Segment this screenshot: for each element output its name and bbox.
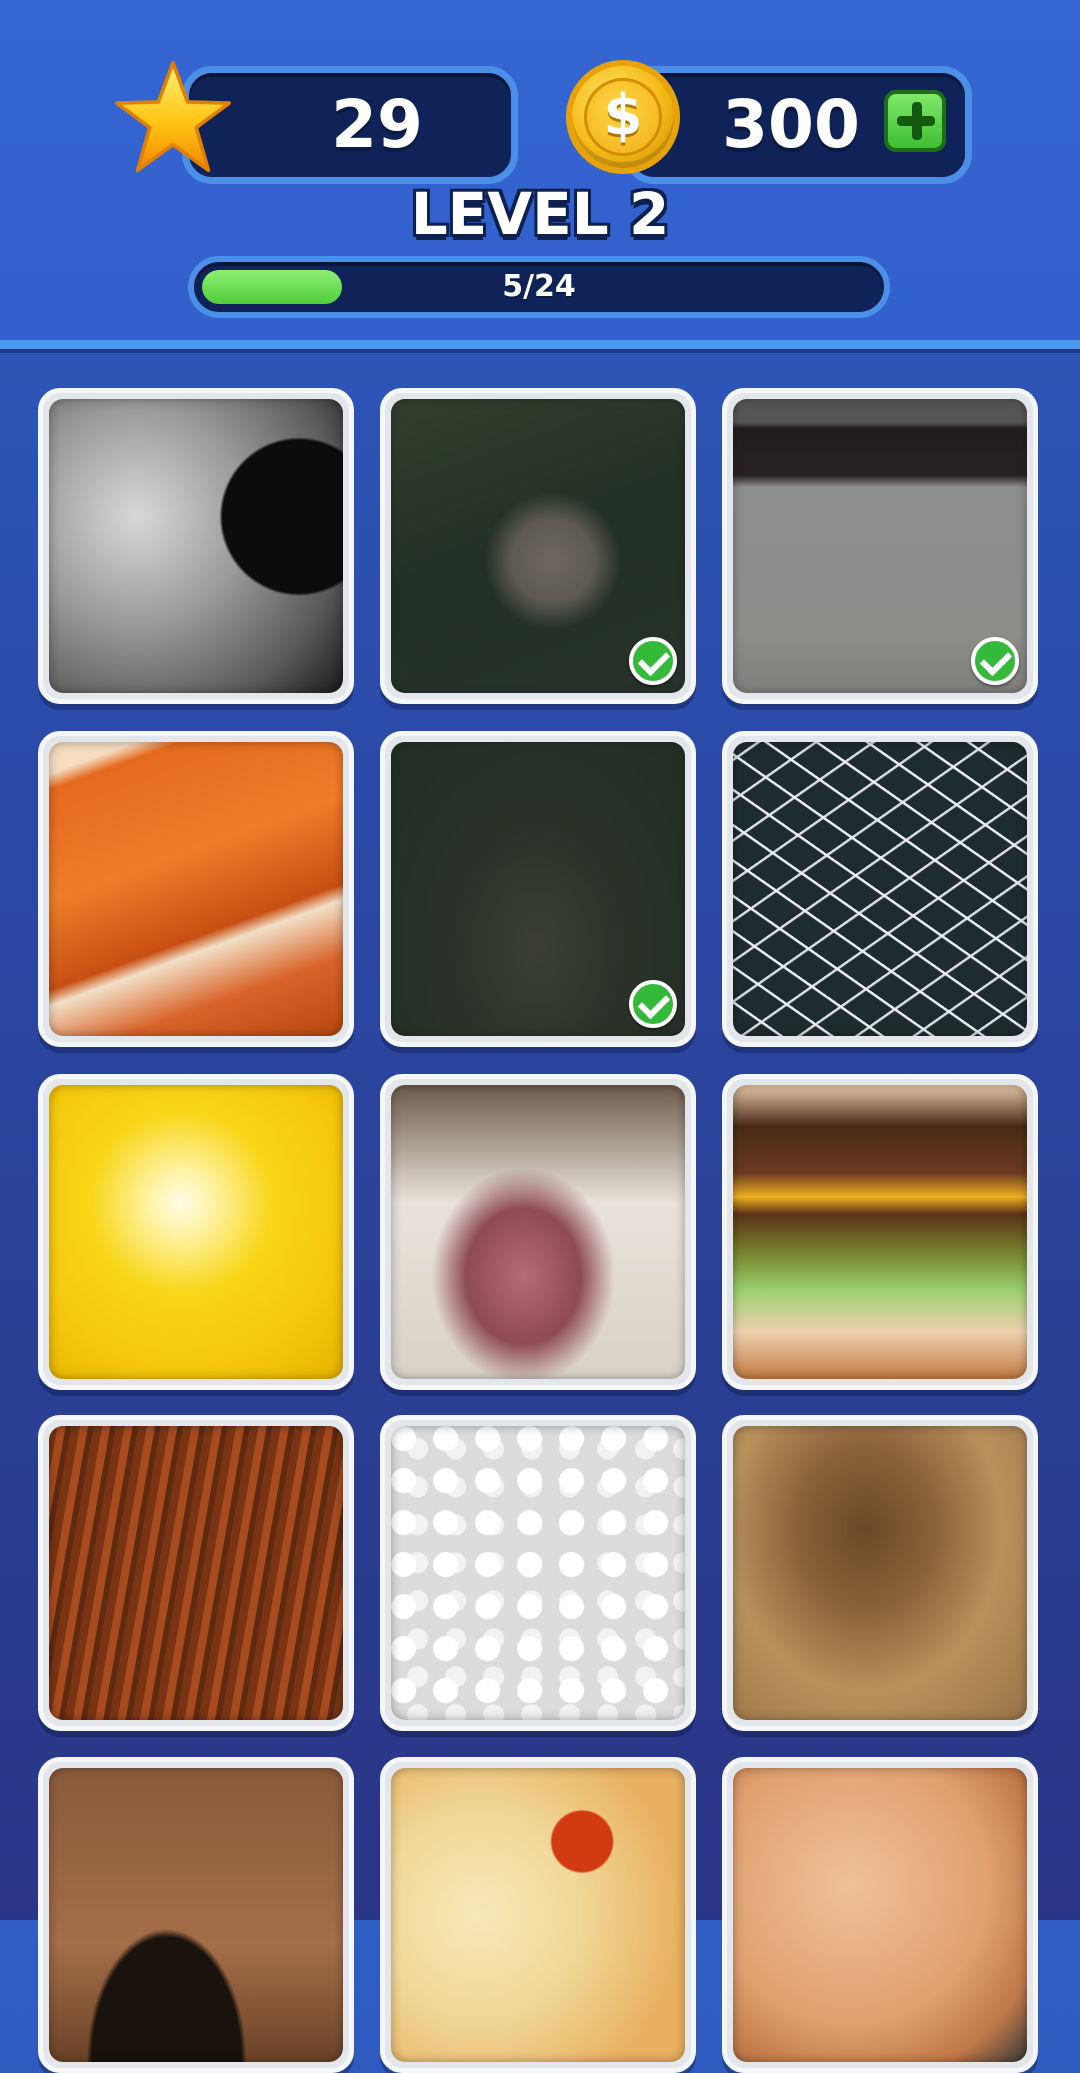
lemon-image: [49, 1085, 343, 1379]
picture-tile-moon[interactable]: [38, 388, 354, 704]
picture-tile-rice[interactable]: [380, 1415, 696, 1731]
guitar-image: [49, 1768, 343, 2062]
dog-mouth-image: [391, 1085, 685, 1379]
coin-symbol: $: [584, 78, 662, 156]
bicycle-wheel-image: [733, 742, 1027, 1036]
moon-image: [49, 399, 343, 693]
picture-tile-egg[interactable]: [722, 1757, 1038, 2073]
level-progress-bar: 5/24: [188, 256, 890, 318]
coin-icon: $: [566, 60, 680, 174]
picture-tile-guitar[interactable]: [38, 1757, 354, 2073]
burger-image: [733, 1085, 1027, 1379]
lion-fur-image: [733, 1426, 1027, 1720]
pizza-image: [391, 1768, 685, 2062]
picture-tile-burger[interactable]: [722, 1074, 1038, 1390]
hud-header: 29 300 $ LEVEL 2 5/24: [0, 0, 1080, 349]
picture-tile-bicycle-wheel[interactable]: [722, 731, 1038, 1047]
progress-text: 5/24: [502, 269, 576, 304]
picture-tile-lion-fur[interactable]: [722, 1415, 1038, 1731]
coins-count: 300: [722, 86, 860, 163]
checkmark-icon: [629, 980, 677, 1028]
picture-tile-carrot[interactable]: [38, 731, 354, 1047]
level-title: LEVEL 2: [410, 180, 670, 248]
star-icon: [115, 61, 231, 173]
checkmark-icon: [629, 637, 677, 685]
picture-tile-rabbit[interactable]: [380, 388, 696, 704]
picture-tile-horse-hair[interactable]: [38, 1415, 354, 1731]
horse-hair-image: [49, 1426, 343, 1720]
rice-image: [391, 1426, 685, 1720]
picture-tile-lemon[interactable]: [38, 1074, 354, 1390]
picture-tile-pizza[interactable]: [380, 1757, 696, 2073]
egg-image: [733, 1768, 1027, 2062]
picture-tile-cake[interactable]: [722, 388, 1038, 704]
carrot-image: [49, 742, 343, 1036]
picture-tile-dog-mouth[interactable]: [380, 1074, 696, 1390]
picture-tile-tree[interactable]: [380, 731, 696, 1047]
checkmark-icon: [971, 637, 1019, 685]
add-coins-button[interactable]: [884, 90, 946, 152]
stars-count: 29: [331, 86, 423, 163]
